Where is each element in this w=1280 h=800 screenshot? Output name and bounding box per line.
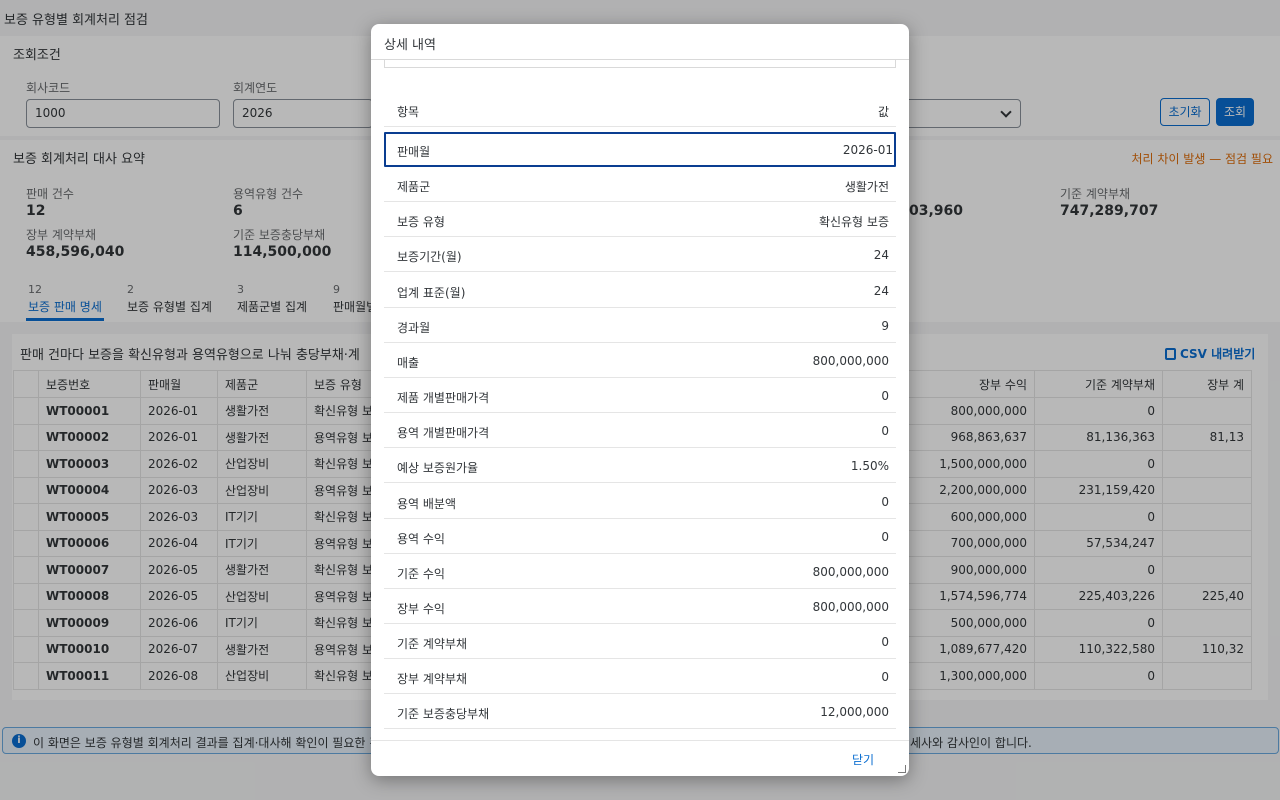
- detail-key: 기준 계약부채: [397, 637, 468, 652]
- detail-row[interactable]: 기준 계약부채 0: [384, 624, 896, 660]
- detail-row[interactable]: 용역 수익 0: [384, 519, 896, 554]
- detail-row[interactable]: 용역 배분액 0: [384, 484, 896, 519]
- detail-key: 장부 수익: [397, 601, 445, 616]
- detail-key: 기준 보증충당부채: [397, 707, 490, 722]
- detail-row[interactable]: 보증 유형 확신유형 보증: [384, 202, 896, 238]
- detail-row[interactable]: 제품군 생활가전: [384, 167, 896, 203]
- detail-value: 12,000,000: [820, 705, 889, 720]
- detail-row[interactable]: 제품 개별판매가격 0: [384, 378, 896, 414]
- detail-row[interactable]: 기준 보증충당부채 12,000,000: [384, 694, 896, 730]
- detail-key: 예상 보증원가율: [397, 461, 479, 476]
- detail-dialog: 상세 내역 항목 값 판매월 2026-01 제품군 생활가전보증 유형 확신유형 보증…: [371, 24, 909, 776]
- detail-key: 제품군: [397, 180, 431, 195]
- detail-key: 보증 유형: [397, 215, 445, 230]
- detail-value: 1.50%: [850, 459, 889, 474]
- detail-row[interactable]: 용역 개별판매가격 0: [384, 413, 896, 449]
- detail-value: 800,000,000: [812, 599, 889, 614]
- detail-row[interactable]: 경과월 9: [384, 308, 896, 343]
- detail-key: 제품 개별판매가격: [397, 391, 490, 406]
- detail-value: 800,000,000: [812, 564, 889, 579]
- detail-row[interactable]: 매출 800,000,000: [384, 343, 896, 378]
- detail-value: 800,000,000: [812, 353, 889, 368]
- detail-header-key: 항목: [397, 105, 420, 119]
- detail-row[interactable]: 예상 보증원가율 1.50%: [384, 448, 896, 484]
- detail-value: 0: [881, 529, 889, 544]
- detail-value: 생활가전: [844, 180, 889, 195]
- detail-value: 0: [881, 494, 889, 509]
- detail-key: 기준 수익: [397, 566, 445, 581]
- detail-row[interactable]: 장부 계약부채 0: [384, 659, 896, 695]
- detail-key: 판매월: [397, 145, 431, 159]
- detail-key: 보증기간(월): [397, 250, 462, 265]
- detail-value: 24: [873, 283, 889, 298]
- detail-value: 24: [873, 248, 889, 263]
- detail-key: 경과월: [397, 320, 431, 335]
- detail-header-value: 값: [877, 105, 889, 119]
- detail-value: 0: [881, 424, 889, 439]
- detail-key: 용역 개별판매가격: [397, 426, 490, 441]
- detail-row-selected[interactable]: 판매월 2026-01: [384, 132, 896, 167]
- detail-key: 매출: [397, 355, 420, 370]
- detail-value: 확신유형 보증: [818, 215, 889, 230]
- detail-key: 용역 수익: [397, 531, 445, 546]
- detail-row[interactable]: 보증기간(월) 24: [384, 237, 896, 273]
- detail-header-row: 항목 값: [384, 92, 896, 127]
- dialog-body[interactable]: 항목 값 판매월 2026-01 제품군 생활가전보증 유형 확신유형 보증보증기간(월…: [384, 60, 896, 740]
- detail-key: 장부 계약부채: [397, 672, 468, 687]
- divider: [371, 740, 909, 741]
- detail-key: 업계 표준(월): [397, 285, 466, 300]
- detail-key: 용역 배분액: [397, 496, 457, 511]
- detail-value: 2026-01: [842, 143, 893, 157]
- detail-value: 0: [881, 389, 889, 404]
- detail-value: 9: [881, 318, 889, 333]
- detail-row[interactable]: 업계 표준(월) 24: [384, 273, 896, 308]
- detail-row[interactable]: 장부 수익 800,000,000: [384, 589, 896, 624]
- resize-handle[interactable]: [898, 765, 906, 773]
- close-button[interactable]: 닫기: [852, 751, 874, 768]
- dialog-title: 상세 내역: [384, 38, 436, 53]
- detail-value: 0: [881, 670, 889, 685]
- detail-row[interactable]: 장부 보증충당부채12,000,000: [384, 730, 896, 740]
- detail-value: 0: [881, 635, 889, 650]
- divider: [384, 60, 896, 68]
- detail-row[interactable]: 기준 수익 800,000,000: [384, 554, 896, 589]
